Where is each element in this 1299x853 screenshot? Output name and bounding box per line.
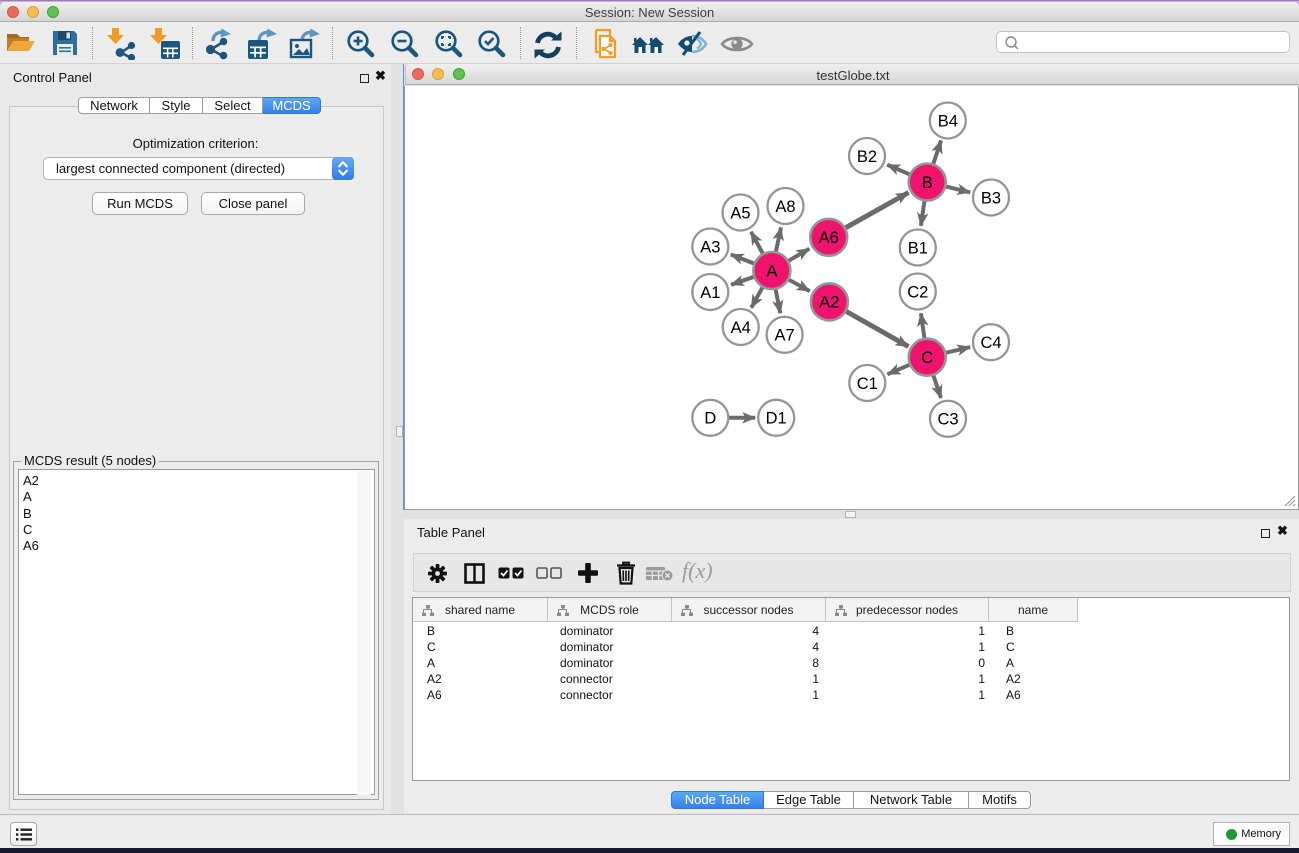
svg-text:A8: A8 xyxy=(775,198,795,216)
svg-text:A3: A3 xyxy=(700,238,720,256)
svg-text:C: C xyxy=(921,349,933,367)
svg-text:A6: A6 xyxy=(819,229,839,247)
svg-text:B3: B3 xyxy=(981,189,1001,207)
svg-text:A2: A2 xyxy=(819,294,839,312)
svg-text:B: B xyxy=(922,174,933,192)
svg-text:C2: C2 xyxy=(907,283,928,301)
svg-text:D: D xyxy=(704,410,716,428)
svg-text:A1: A1 xyxy=(700,284,720,302)
svg-text:C1: C1 xyxy=(857,375,878,393)
svg-text:A4: A4 xyxy=(731,319,751,337)
svg-text:D1: D1 xyxy=(766,410,787,428)
svg-text:B4: B4 xyxy=(938,112,958,130)
svg-text:B2: B2 xyxy=(857,148,877,166)
svg-text:C3: C3 xyxy=(937,411,958,429)
svg-text:A: A xyxy=(766,262,777,280)
svg-text:A5: A5 xyxy=(730,204,750,222)
svg-text:A7: A7 xyxy=(775,327,795,345)
svg-text:C4: C4 xyxy=(980,334,1001,352)
svg-text:B1: B1 xyxy=(908,239,928,257)
